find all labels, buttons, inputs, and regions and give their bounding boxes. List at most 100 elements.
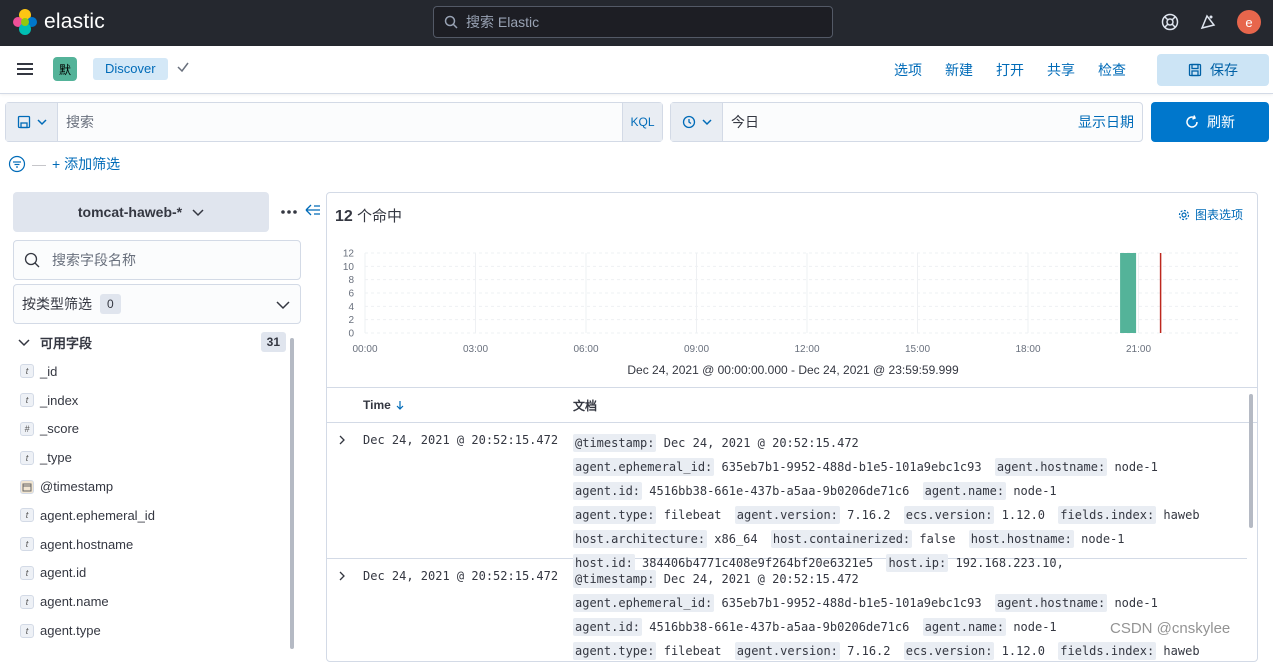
breadcrumb-discover[interactable]: Discover: [93, 58, 168, 80]
field-item[interactable]: t _type: [20, 443, 280, 472]
chevron-right-icon[interactable]: [337, 435, 347, 445]
field-item[interactable]: t agent.name: [20, 587, 280, 616]
index-pattern-selector[interactable]: tomcat-haweb-*: [13, 192, 269, 232]
doc-field-value: node-1: [1013, 484, 1057, 498]
field-item[interactable]: @timestamp: [20, 472, 280, 501]
filter-divider: —: [32, 156, 46, 172]
index-pattern-name: tomcat-haweb-*: [77, 204, 183, 220]
date-value[interactable]: 今日: [723, 103, 1078, 141]
global-search-input[interactable]: 搜索 Elastic: [433, 6, 833, 38]
show-dates-link[interactable]: 显示日期: [1078, 103, 1142, 141]
field-name: agent.ephemeral_id: [40, 507, 155, 523]
hits-count: 12 个命中: [335, 205, 402, 226]
field-item[interactable]: t agent.id: [20, 559, 280, 588]
field-item[interactable]: # _score: [20, 415, 280, 444]
column-document: 文档: [573, 398, 598, 413]
saved-query-button[interactable]: [6, 103, 58, 141]
type-filter-dropdown[interactable]: 按类型筛选 0: [13, 284, 301, 324]
top-nav-menu: 选项 新建 打开 共享 检查 保存: [894, 46, 1273, 94]
available-fields-header[interactable]: 可用字段 31: [18, 330, 286, 354]
help-icon[interactable]: [1161, 13, 1179, 31]
results-scrollbar[interactable]: [1249, 394, 1253, 528]
more-options-icon[interactable]: [280, 203, 298, 219]
refresh-button[interactable]: 刷新: [1151, 102, 1269, 142]
field-name: _index: [40, 392, 79, 408]
field-search-input[interactable]: 搜索字段名称: [13, 240, 301, 280]
date-picker: 今日 显示日期: [670, 102, 1143, 142]
doc-field: host.containerized: false: [770, 530, 956, 548]
menu-inspect[interactable]: 检查: [1098, 60, 1126, 80]
field-item[interactable]: t _index: [20, 386, 280, 415]
save-label: 保存: [1210, 62, 1238, 78]
doc-field: agent.id: 4516bb38-661e-437b-a5aa-9b0206…: [573, 482, 909, 500]
doc-field: host.architecture: x86_64: [573, 530, 758, 548]
doc-field-value: 7.16.2: [847, 508, 891, 522]
string-field-icon: t: [20, 623, 34, 638]
kql-toggle[interactable]: KQL: [622, 103, 662, 141]
doc-field-key: agent.id:: [573, 618, 643, 636]
doc-field-value: filebeat: [663, 508, 722, 522]
doc-field-value: Dec 24, 2021 @ 20:52:15.472: [663, 436, 859, 450]
doc-field-key: agent.version:: [734, 642, 840, 660]
chart-options-button[interactable]: 图表选项: [1178, 206, 1243, 223]
doc-field-key: agent.type:: [573, 506, 657, 524]
search-icon: [444, 15, 458, 29]
menu-share[interactable]: 共享: [1047, 60, 1075, 80]
field-item[interactable]: t agent.type: [20, 616, 280, 645]
filter-icon[interactable]: [8, 155, 26, 173]
doc-field-value: node-1: [1081, 532, 1125, 546]
user-avatar[interactable]: e: [1237, 10, 1261, 34]
row-document: @timestamp: Dec 24, 2021 @ 20:52:15.472 …: [573, 567, 1223, 661]
string-field-icon: t: [20, 537, 34, 552]
field-item[interactable]: t agent.hostname: [20, 530, 280, 559]
doc-field-key: agent.id:: [573, 482, 643, 500]
space-badge[interactable]: 默: [53, 57, 77, 81]
chevron-right-icon[interactable]: [337, 571, 347, 581]
doc-field-value: 4516bb38-661e-437b-a5aa-9b0206de71c6: [649, 620, 910, 634]
doc-field-key: fields.index:: [1058, 506, 1157, 524]
collapse-sidebar-icon[interactable]: [305, 203, 321, 217]
save-icon: [1188, 63, 1202, 77]
type-filter-count: 0: [100, 294, 121, 314]
elastic-logo-icon: [13, 9, 37, 35]
doc-field: ecs.version: 1.12.0: [903, 642, 1045, 660]
add-filter-link[interactable]: + 添加筛选: [52, 154, 120, 174]
menu-open[interactable]: 打开: [996, 60, 1024, 80]
doc-field: agent.ephemeral_id: 635eb7b1-9952-488d-b…: [573, 594, 982, 612]
refresh-icon: [1186, 115, 1198, 128]
doc-field: host.hostname: node-1: [968, 530, 1125, 548]
menu-new[interactable]: 新建: [945, 60, 973, 80]
query-input[interactable]: 搜索: [58, 103, 622, 141]
doc-field-value: haweb: [1163, 508, 1200, 522]
search-icon: [24, 252, 40, 268]
doc-field: agent.version: 7.16.2: [734, 642, 891, 660]
available-fields-label: 可用字段: [40, 335, 93, 351]
doc-field-value: node-1: [1013, 620, 1057, 634]
field-name: _score: [40, 421, 80, 437]
elastic-logo[interactable]: elastic: [12, 9, 105, 35]
histogram-chart[interactable]: 0 2 4 6 8 10 12 00:00 03:00 06:00 09:00 12:00 15:00 1…: [335, 245, 1245, 357]
date-field-icon: [20, 479, 34, 494]
x-tick-label: 09:00: [684, 344, 709, 355]
doc-field-key: ecs.version:: [903, 506, 995, 524]
save-button[interactable]: 保存: [1157, 54, 1269, 86]
chevron-down-icon: [276, 301, 290, 310]
doc-field-key: ecs.version:: [903, 642, 995, 660]
sort-down-icon[interactable]: [395, 400, 405, 410]
quick-select-button[interactable]: [671, 103, 723, 141]
x-tick-label: 15:00: [905, 344, 930, 355]
doc-field-key: agent.name:: [922, 482, 1007, 500]
doc-field: agent.type: filebeat: [573, 506, 722, 524]
field-item[interactable]: t _id: [20, 357, 280, 386]
menu-options[interactable]: 选项: [894, 60, 922, 80]
string-field-icon: t: [20, 450, 34, 465]
column-time[interactable]: Time: [363, 398, 405, 412]
row-timestamp: Dec 24, 2021 @ 20:52:15.472: [363, 569, 559, 583]
newsfeed-icon[interactable]: [1199, 13, 1217, 31]
y-tick-label: 2: [348, 315, 354, 326]
sidebar-scrollbar[interactable]: [290, 338, 294, 649]
top-header: elastic 搜索 Elastic e: [0, 0, 1273, 46]
menu-toggle-icon[interactable]: [17, 63, 33, 75]
chart-options-label: 图表选项: [1194, 208, 1243, 222]
field-item[interactable]: t agent.ephemeral_id: [20, 501, 280, 530]
